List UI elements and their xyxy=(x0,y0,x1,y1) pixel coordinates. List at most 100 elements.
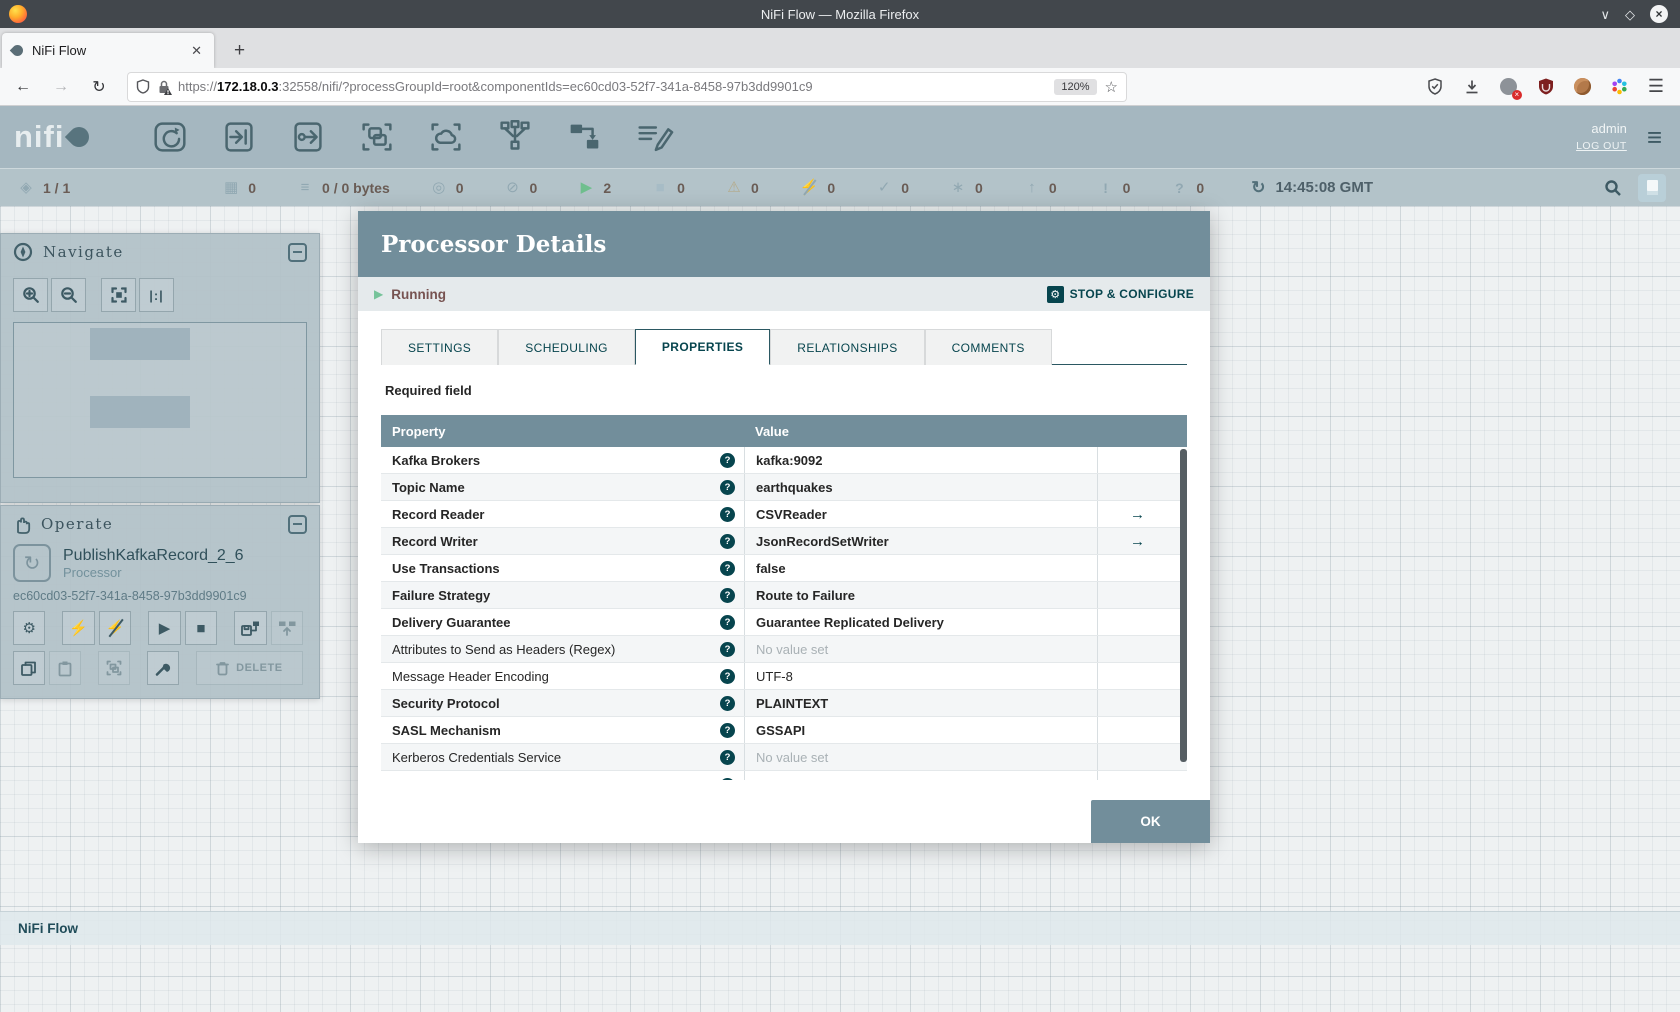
browser-tab[interactable]: NiFi Flow ✕ xyxy=(2,33,214,68)
property-value: kafka:9092 xyxy=(756,452,823,468)
zoom-fit-button[interactable] xyxy=(101,278,136,312)
configuration-button[interactable]: ⚙ xyxy=(13,611,46,645)
extension-icon[interactable] xyxy=(1500,78,1518,96)
protections-shield-icon[interactable] xyxy=(1426,78,1444,96)
zoom-in-button[interactable] xyxy=(13,278,48,312)
create-template-button[interactable] xyxy=(234,611,267,645)
logout-link[interactable]: LOG OUT xyxy=(1576,139,1627,155)
tab-comments[interactable]: COMMENTS xyxy=(924,329,1052,365)
help-icon[interactable]: ? xyxy=(720,479,735,495)
output-port-icon[interactable] xyxy=(284,115,332,159)
cluster-icon: ◈ xyxy=(20,179,32,196)
status-count: 0 xyxy=(1196,179,1205,196)
status-sync-failure-versioned: ? 0 xyxy=(1171,180,1204,196)
remote-process-group-icon[interactable] xyxy=(422,115,470,159)
help-icon[interactable]: ? xyxy=(720,506,735,522)
stop-and-configure-button[interactable]: ⚙ STOP & CONFIGURE xyxy=(1046,285,1194,303)
back-button[interactable]: ← xyxy=(8,78,38,96)
forward-button[interactable]: → xyxy=(46,78,76,96)
status-count: 1 / 1 xyxy=(43,179,71,196)
help-icon[interactable]: ? xyxy=(720,778,735,780)
collapse-navigate-icon[interactable] xyxy=(288,242,307,262)
value-column-header: Value xyxy=(755,423,789,439)
help-icon[interactable]: ? xyxy=(720,668,735,684)
property-row: Kerberos Credentials Service? No value se… xyxy=(381,744,1187,771)
firefox-menu-icon[interactable]: ☰ xyxy=(1648,76,1664,97)
warning-icon: ⚠ xyxy=(727,179,741,196)
property-row: Failure Strategy? Route to Failure xyxy=(381,582,1187,609)
disable-button[interactable]: ⚡ xyxy=(98,611,132,645)
help-icon[interactable]: ? xyxy=(720,614,735,630)
downloads-icon[interactable] xyxy=(1463,78,1481,96)
flow-canvas[interactable]: Navigate |:| Operate ↻ PublishKafkaRecor… xyxy=(0,206,1680,1012)
check-icon: ✓ xyxy=(877,179,891,196)
go-to-controller-service-icon[interactable]: → xyxy=(1130,533,1145,550)
nifi-header: nifi admin LOG OUT ≡ xyxy=(0,106,1680,168)
processor-icon[interactable] xyxy=(146,115,194,159)
refresh-icon[interactable]: ↻ xyxy=(1251,178,1265,198)
process-group-icon[interactable] xyxy=(353,115,401,159)
ublock-origin-icon[interactable] xyxy=(1537,78,1555,96)
play-icon: ▶ xyxy=(580,179,593,196)
help-icon[interactable]: ? xyxy=(720,560,735,576)
property-row: Delivery Guarantee? Guarantee Replicated … xyxy=(381,609,1187,636)
funnel-icon[interactable] xyxy=(491,115,539,159)
collapse-operate-icon[interactable] xyxy=(288,514,307,534)
go-to-controller-service-icon[interactable]: → xyxy=(1130,506,1145,523)
tracking-shield-icon[interactable] xyxy=(136,79,150,94)
enable-button[interactable]: ⚡ xyxy=(62,611,95,645)
help-icon[interactable]: ? xyxy=(720,749,735,765)
help-icon[interactable]: ? xyxy=(720,452,735,468)
reload-button[interactable]: ↻ xyxy=(84,77,114,97)
property-column-header: Property xyxy=(392,423,446,439)
cookie-extension-icon[interactable] xyxy=(1574,78,1592,96)
properties-table-body: Kafka Brokers? kafka:9092 Topic Name? earth… xyxy=(381,447,1187,780)
new-window-panel-icon[interactable] xyxy=(1638,173,1666,202)
connection-lock-icon[interactable] xyxy=(158,80,172,95)
property-name: Kerberos Credentials Service xyxy=(392,749,562,765)
birdseye-minimap[interactable] xyxy=(13,322,307,478)
url-bar[interactable]: https://172.18.0.3:32558/nifi/?processGr… xyxy=(128,72,1126,101)
property-name: Kerberos Service Name xyxy=(392,778,720,780)
help-icon[interactable]: ? xyxy=(720,587,735,603)
window-close-icon[interactable]: × xyxy=(1650,5,1668,23)
zoom-level-badge[interactable]: 120% xyxy=(1054,78,1097,95)
zoom-actual-size-button[interactable]: |:| xyxy=(139,278,174,312)
dialog-header: Processor Details xyxy=(358,211,1210,277)
copy-button[interactable] xyxy=(13,651,45,685)
nifi-global-menu-icon[interactable]: ≡ xyxy=(1647,124,1662,150)
search-icon[interactable] xyxy=(1604,179,1622,197)
breadcrumb-root-link[interactable]: NiFi Flow xyxy=(18,921,78,936)
fill-color-brush-button[interactable] xyxy=(146,651,179,685)
tab-properties[interactable]: PROPERTIES xyxy=(634,329,771,365)
tab-settings[interactable]: SETTINGS xyxy=(381,329,499,365)
template-icon[interactable] xyxy=(560,115,608,159)
stop-button[interactable]: ■ xyxy=(184,611,218,645)
zoom-out-button[interactable] xyxy=(51,278,86,312)
help-icon[interactable]: ? xyxy=(720,641,735,657)
input-port-icon[interactable] xyxy=(215,115,263,159)
help-icon[interactable]: ? xyxy=(720,695,735,711)
tab-relationships[interactable]: RELATIONSHIPS xyxy=(770,329,925,365)
pinwheel-extension-icon[interactable] xyxy=(1611,78,1629,96)
label-icon[interactable] xyxy=(629,115,677,159)
start-button[interactable]: ▶ xyxy=(148,611,181,645)
ok-button[interactable]: OK xyxy=(1091,800,1210,843)
tab-close-icon[interactable]: ✕ xyxy=(187,41,206,61)
table-scrollbar[interactable] xyxy=(1180,449,1187,763)
tab-scheduling[interactable]: SCHEDULING xyxy=(498,329,635,365)
status-transmitting-remote-groups: ◎ 0 xyxy=(431,180,463,196)
properties-table: Property Value Kafka Brokers? kafka:9092 T… xyxy=(381,415,1187,780)
help-icon[interactable]: ? xyxy=(720,722,735,738)
bolt-slash-icon: ⚡ xyxy=(799,179,819,196)
stop-icon: ■ xyxy=(655,179,665,196)
selected-component-id: ec60cd03-52f7-341a-8458-97b3dd9901c9 xyxy=(13,589,247,603)
url-text[interactable]: https://172.18.0.3:32558/nifi/?processGr… xyxy=(178,79,1046,94)
help-icon[interactable]: ? xyxy=(720,533,735,549)
bookmark-star-icon[interactable]: ☆ xyxy=(1105,78,1118,96)
dialog-tabbar: SETTINGS SCHEDULING PROPERTIES RELATIONSHIP… xyxy=(381,329,1187,365)
window-minimize-icon[interactable]: ∨ xyxy=(1600,8,1610,21)
new-tab-button[interactable]: + xyxy=(226,40,253,62)
property-name: Attributes to Send as Headers (Regex) xyxy=(392,641,616,657)
window-maximize-icon[interactable]: ◇ xyxy=(1625,8,1635,21)
